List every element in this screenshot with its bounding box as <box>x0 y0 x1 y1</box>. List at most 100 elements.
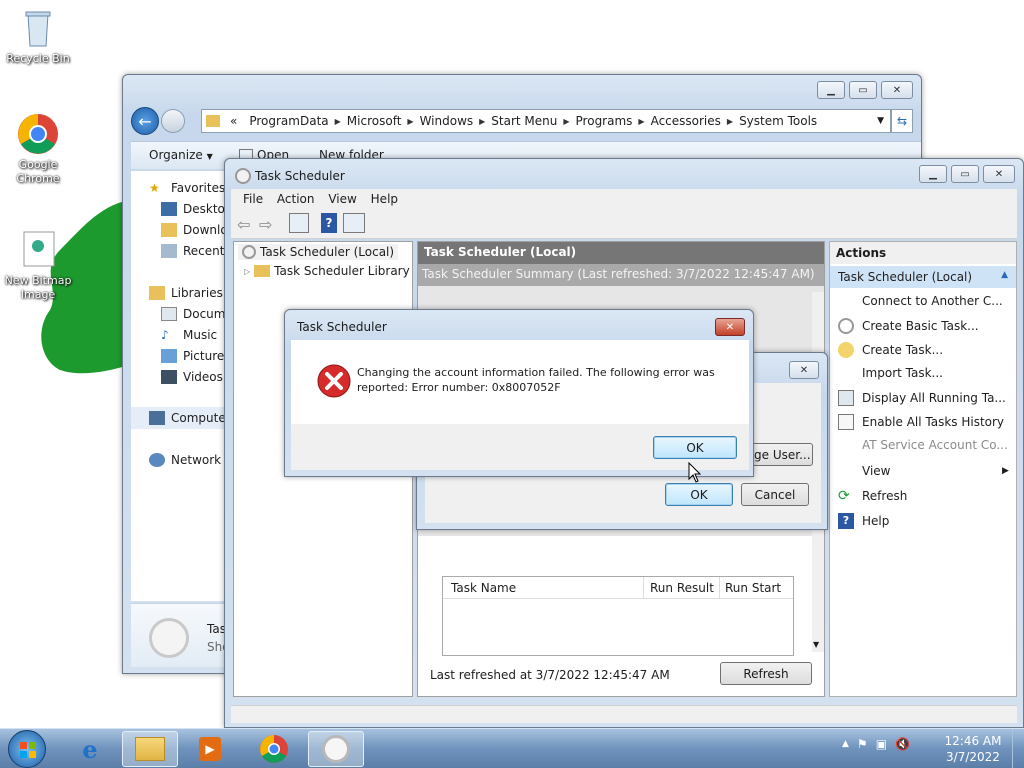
create-task-icon <box>838 342 854 358</box>
clock-icon <box>242 245 256 259</box>
tree-root-item[interactable]: Task Scheduler (Local) <box>238 244 399 260</box>
pictures-icon <box>161 349 177 363</box>
minimize-button[interactable]: ▁ <box>817 81 845 99</box>
col-task-name[interactable]: Task Name <box>451 581 516 595</box>
nav-pictures[interactable]: Pictures <box>161 349 231 363</box>
breadcrumb-overflow[interactable]: « <box>224 114 243 128</box>
show-hide-action-pane-icon[interactable] <box>343 213 365 233</box>
col-run-start[interactable]: Run Start <box>725 581 781 595</box>
center-header: Task Scheduler (Local) <box>418 242 824 264</box>
refresh-address-button[interactable]: ⇆ <box>891 109 913 133</box>
back-arrow-icon[interactable]: ⇦ <box>237 215 250 234</box>
submenu-arrow-icon: ▶ <box>1002 466 1009 476</box>
action-import-task[interactable]: Import Task... <box>862 366 943 380</box>
nav-computer[interactable]: Computer <box>149 411 231 425</box>
col-run-result[interactable]: Run Result <box>650 581 714 595</box>
show-desktop-button[interactable] <box>1012 729 1024 768</box>
videos-icon <box>161 370 177 384</box>
help-icon[interactable]: ? <box>321 213 337 233</box>
scroll-down-icon[interactable]: ▼ <box>813 640 819 649</box>
maximize-button[interactable]: ▭ <box>951 165 979 183</box>
nav-favorites[interactable]: ★ Favorites <box>149 181 225 195</box>
star-icon: ★ <box>149 181 160 195</box>
nav-videos-label: Videos <box>183 370 223 384</box>
breadcrumb-programdata[interactable]: ProgramData <box>243 114 334 128</box>
error-ok-button[interactable]: OK <box>653 436 737 459</box>
error-message-area: Changing the account information failed.… <box>291 340 749 424</box>
refresh-button[interactable]: Refresh <box>720 662 812 685</box>
action-refresh[interactable]: ⟳ Refresh <box>838 488 907 504</box>
minimize-button[interactable]: ▁ <box>919 165 947 183</box>
show-hide-console-tree-icon[interactable] <box>289 213 309 233</box>
address-dropdown-icon[interactable]: ▼ <box>871 116 890 126</box>
action-create-task[interactable]: Create Task... <box>838 342 943 358</box>
taskbar-task-scheduler[interactable] <box>308 731 364 767</box>
expand-arrow-icon[interactable]: ▷ <box>244 267 250 276</box>
error-message: Changing the account information failed.… <box>357 365 737 395</box>
nav-videos[interactable]: Videos <box>161 370 223 384</box>
computer-icon <box>149 411 165 425</box>
folder-icon <box>135 737 165 761</box>
network-icon[interactable]: ▣ <box>876 737 887 751</box>
dialog-close-button[interactable]: ✕ <box>789 361 819 379</box>
maximize-button[interactable]: ▭ <box>849 81 877 99</box>
folder-clock-icon <box>254 265 271 277</box>
volume-muted-icon[interactable]: 🔇 <box>895 737 910 751</box>
action-connect[interactable]: Connect to Another C... <box>862 294 1003 308</box>
start-button[interactable] <box>8 730 46 768</box>
downloads-icon <box>161 223 177 237</box>
nav-favorites-label: Favorites <box>171 181 226 195</box>
taskbar-chrome[interactable] <box>246 731 302 767</box>
menu-help[interactable]: Help <box>371 192 398 206</box>
collapse-icon[interactable]: ▲ <box>1001 270 1008 280</box>
nav-documents[interactable]: Docume <box>161 307 233 321</box>
summary-header: Task Scheduler Summary (Last refreshed: … <box>418 264 824 286</box>
forward-arrow-icon[interactable]: ⇨ <box>259 215 272 234</box>
recycle-bin[interactable]: Recycle Bin <box>0 6 76 66</box>
change-user-button[interactable]: ge User... <box>747 443 813 466</box>
cancel-button[interactable]: Cancel <box>741 483 809 506</box>
error-message-line-2: reported: Error number: 0x8007052F <box>357 381 561 394</box>
taskbar-internet-explorer[interactable]: e <box>62 731 118 767</box>
action-center-flag-icon[interactable]: ⚑ <box>857 737 868 751</box>
ok-button[interactable]: OK <box>665 483 733 506</box>
breadcrumb-programs[interactable]: Programs <box>570 114 639 128</box>
clock[interactable]: 12:46 AM 3/7/2022 <box>940 733 1006 765</box>
error-dialog-close-button[interactable]: ✕ <box>715 318 745 336</box>
action-enable-history[interactable]: Enable All Tasks History <box>838 414 1004 430</box>
taskbar-media-player[interactable]: ▶ <box>182 731 238 767</box>
breadcrumb-start-menu[interactable]: Start Menu <box>485 114 563 128</box>
breadcrumb-microsoft[interactable]: Microsoft <box>341 114 408 128</box>
organize-button[interactable]: Organize ▼ <box>149 148 213 162</box>
menu-file[interactable]: File <box>243 192 263 206</box>
close-button[interactable]: ✕ <box>881 81 913 99</box>
tree-library-item[interactable]: ▷ Task Scheduler Library <box>244 264 410 278</box>
nav-network[interactable]: Network <box>149 453 221 467</box>
close-button[interactable]: ✕ <box>983 165 1015 183</box>
google-chrome-shortcut[interactable]: Google Chrome <box>0 112 76 186</box>
action-create-basic-task[interactable]: Create Basic Task... <box>838 318 979 334</box>
back-button[interactable]: ← <box>131 107 159 135</box>
nav-desktop[interactable]: Desktop <box>161 202 233 216</box>
nav-music[interactable]: ♪ Music <box>161 328 217 342</box>
forward-button[interactable] <box>161 109 185 133</box>
menu-action[interactable]: Action <box>277 192 315 206</box>
actions-group-header[interactable]: Task Scheduler (Local) ▲ <box>830 266 1016 288</box>
action-display-running[interactable]: Display All Running Ta... <box>838 390 1006 406</box>
action-help[interactable]: ? Help <box>838 513 889 529</box>
breadcrumb-accessories[interactable]: Accessories <box>645 114 727 128</box>
menu-view[interactable]: View <box>328 192 356 206</box>
nav-downloads[interactable]: Downlo <box>161 223 228 237</box>
show-hidden-icons-icon[interactable]: ▲ <box>842 739 849 749</box>
breadcrumb-windows[interactable]: Windows <box>414 114 480 128</box>
breadcrumb-system-tools[interactable]: System Tools <box>733 114 823 128</box>
error-dialog-title: Task Scheduler <box>297 320 387 334</box>
taskbar-windows-explorer[interactable] <box>122 731 178 767</box>
new-bitmap-image[interactable]: New Bitmap Image <box>0 228 76 302</box>
address-bar[interactable]: « ProgramData ▶ Microsoft ▶ Windows ▶ Start… <box>201 109 891 133</box>
action-view[interactable]: View <box>862 464 890 478</box>
col-divider <box>719 577 720 599</box>
nav-libraries[interactable]: Libraries <box>149 286 223 300</box>
error-dialog: Task Scheduler ✕ Changing the account in… <box>284 309 754 477</box>
recycle-bin-icon <box>16 6 60 50</box>
